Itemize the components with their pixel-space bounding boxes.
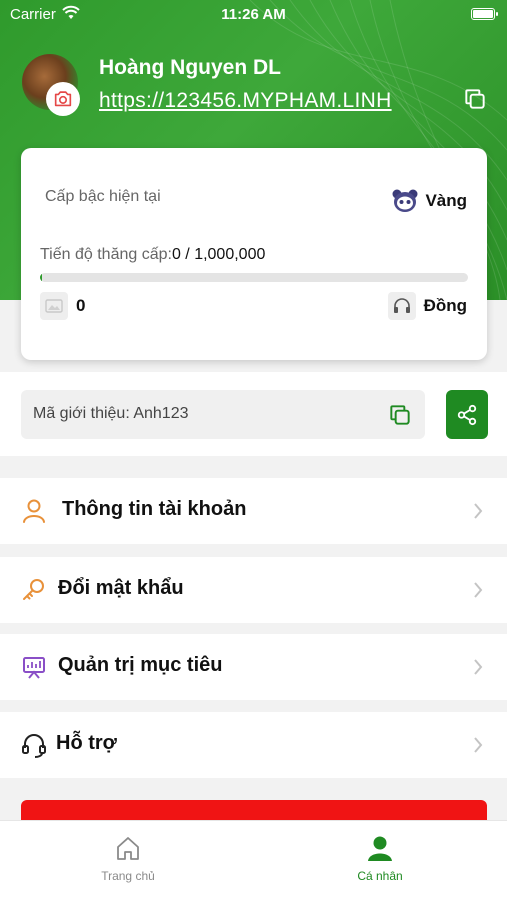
menu-item-change-password[interactable]: Đổi mật khẩu	[0, 557, 507, 623]
referral-code-box: Mã giới thiệu: Anh123	[21, 390, 425, 439]
progress-value: 0 / 1,000,000	[171, 246, 266, 263]
user-link[interactable]: https://123456.MYPHAM.LINH	[99, 89, 392, 113]
menu-item-goal-management[interactable]: Quản trị mục tiêu	[0, 634, 507, 700]
menu-label-support: Hỗ trợ	[56, 732, 117, 754]
menu-item-account-info[interactable]: Thông tin tài khoản	[0, 478, 507, 544]
menu-item-support[interactable]: Hỗ trợ	[0, 712, 507, 778]
points-value: 0	[76, 296, 86, 315]
clock: 11:26 AM	[221, 6, 286, 23]
progress-label: Tiến độ thăng cấp:0 / 1,000,000	[40, 246, 265, 264]
tab-profile-label: Cá nhân	[357, 869, 403, 883]
menu-label-account-info: Thông tin tài khoản	[62, 498, 247, 520]
battery-icon	[471, 8, 498, 20]
referral-code: Mã giới thiệu: Anh123	[33, 405, 189, 422]
current-rank-badge: Vàng	[391, 188, 467, 214]
tab-profile[interactable]: Cá nhân	[320, 833, 440, 883]
referral-section: Mã giới thiệu: Anh123	[0, 372, 507, 456]
user-name: Hoàng Nguyen DL	[99, 56, 281, 79]
share-button[interactable]	[446, 390, 488, 439]
tab-bar: Trang chủ Cá nhân	[0, 820, 507, 900]
progress-bar-fill	[40, 273, 43, 282]
progress-bar	[40, 273, 468, 282]
user-icon	[23, 499, 45, 523]
image-placeholder-icon	[40, 292, 68, 320]
current-rank-value: Vàng	[425, 191, 467, 210]
share-icon	[457, 404, 477, 425]
chevron-right-icon	[474, 503, 483, 519]
copy-icon[interactable]	[387, 402, 413, 428]
points-display: 0	[40, 292, 85, 320]
next-rank-display: Đồng	[387, 292, 467, 320]
camera-icon[interactable]	[46, 82, 80, 116]
headphones-icon	[387, 292, 416, 320]
key-icon	[23, 579, 44, 600]
panda-icon	[392, 189, 418, 212]
menu-label-goal-management: Quản trị mục tiêu	[58, 654, 223, 676]
presentation-icon	[23, 657, 45, 679]
menu-label-change-password: Đổi mật khẩu	[58, 577, 184, 599]
tab-home[interactable]: Trang chủ	[68, 833, 188, 883]
tab-home-label: Trang chủ	[101, 869, 155, 883]
headset-icon	[22, 734, 46, 758]
progress-label-text: Tiến độ thăng cấp:	[40, 246, 172, 263]
avatar[interactable]	[22, 54, 80, 116]
chevron-right-icon	[474, 582, 483, 598]
current-rank-label: Cấp bậc hiện tại	[45, 188, 161, 205]
chevron-right-icon	[474, 737, 483, 753]
rank-card: Cấp bậc hiện tại Vàng Tiến độ thăng cấp:…	[21, 148, 487, 360]
copy-link-icon[interactable]	[462, 86, 488, 112]
person-icon	[368, 836, 392, 861]
home-icon	[117, 837, 139, 860]
chevron-right-icon	[474, 659, 483, 675]
next-rank-value: Đồng	[423, 296, 467, 315]
status-bar: Carrier 11:26 AM	[0, 0, 507, 30]
